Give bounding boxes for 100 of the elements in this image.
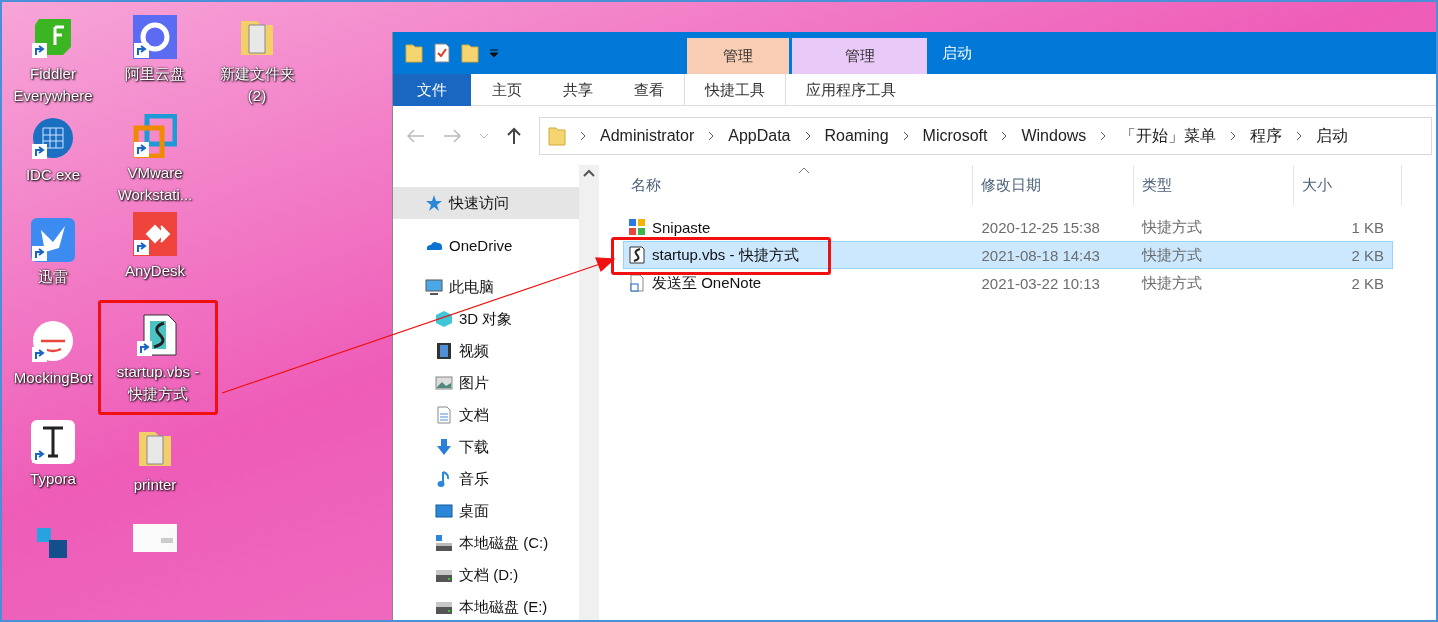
app-icon — [133, 15, 177, 59]
chevron-icon — [708, 131, 715, 141]
nav-label: 本地磁盘 (C:) — [459, 533, 549, 553]
scroll-up-icon[interactable] — [583, 169, 595, 177]
breadcrumb-item[interactable]: Microsoft — [922, 127, 988, 145]
recent-caret-icon[interactable] — [479, 133, 489, 139]
nav-label: 3D 对象 — [459, 309, 513, 329]
up-icon[interactable] — [507, 127, 521, 145]
sort-caret-icon — [797, 167, 810, 174]
breadcrumb-item[interactable]: Windows — [1021, 127, 1087, 145]
type-cell-text: 快捷方式 — [1140, 216, 1204, 237]
cube-icon — [435, 310, 453, 328]
desktop-label: startup.vbs - 快捷方式 — [116, 361, 200, 404]
ribbon-tab[interactable]: 查看 — [613, 74, 684, 106]
breadcrumb-item[interactable]: 程序 — [1250, 125, 1283, 147]
date-cell-text: 2020-12-25 15:38 — [980, 217, 1101, 238]
desktop-label: MockingBot — [12, 368, 94, 388]
nav-label: 音乐 — [459, 469, 489, 489]
column-header[interactable]: 名称 — [623, 165, 973, 205]
dropdown-icon[interactable] — [489, 48, 499, 58]
type-cell-text: 快捷方式 — [1140, 244, 1204, 265]
size-cell-text: 1 KB — [1350, 217, 1385, 238]
nav-label: 视频 — [459, 341, 489, 361]
breadcrumb-item[interactable]: Roaming — [824, 127, 889, 145]
properties-icon[interactable] — [433, 43, 451, 63]
window-title: 启动 — [942, 43, 972, 63]
file-row[interactable]: Snipaste 2020-12-25 15:38 快捷方式 1 KB — [623, 213, 1393, 241]
nav-label: OneDrive — [449, 236, 513, 254]
download-icon — [435, 438, 453, 456]
folder-icon — [461, 43, 479, 63]
nav-label: 文档 (D:) — [459, 565, 519, 585]
ribbon-tab[interactable]: 共享 — [542, 74, 613, 106]
blank-icon — [628, 274, 646, 292]
app-icon — [31, 420, 75, 465]
nav-item[interactable]: 快速访问 — [393, 187, 579, 219]
size-cell-text: 2 KB — [1350, 245, 1385, 266]
nav-label: 本地磁盘 (E:) — [459, 597, 548, 617]
column-header[interactable]: 修改日期 — [973, 165, 1134, 205]
column-header[interactable]: 类型 — [1134, 165, 1294, 205]
nav-label: 桌面 — [459, 501, 489, 521]
desktop-label: IDC.exe — [24, 165, 82, 186]
nav-item[interactable]: 文档 — [393, 399, 579, 431]
app-icon — [31, 116, 75, 161]
ribbon-tab[interactable]: 快捷工具 — [684, 74, 785, 106]
nav-item[interactable]: 图片 — [393, 367, 579, 399]
nav-label: 此电脑 — [449, 277, 494, 297]
nav-item[interactable]: 本地磁盘 (E:) — [393, 591, 579, 620]
desktop-label: VMware Workstati... — [116, 162, 194, 205]
app-icon — [133, 113, 177, 158]
sysdrive-icon — [435, 534, 453, 552]
chevron-icon — [902, 131, 909, 141]
scrollbar[interactable] — [579, 165, 599, 620]
nav-item[interactable]: 音乐 — [393, 463, 579, 495]
context-tab-header[interactable]: 管理 — [687, 38, 789, 74]
file-row[interactable]: startup.vbs - 快捷方式 2021-08-18 14:43 快捷方式 2 KB — [623, 241, 1393, 269]
desktop-label: 阿里云盘 — [124, 64, 186, 84]
app-icon — [136, 312, 180, 357]
nav-item[interactable]: 视频 — [393, 335, 579, 367]
script-icon — [628, 246, 646, 264]
app-icon — [31, 319, 75, 363]
desktop-label: Fiddler Everywhere — [12, 64, 94, 106]
nav-item[interactable]: 桌面 — [393, 495, 579, 527]
address-bar[interactable]: Administrator AppData Roaming Microsoft Windows 「开始」菜单 程序 启动 — [539, 117, 1432, 155]
snipaste-icon — [628, 218, 646, 236]
chevron-icon — [1100, 131, 1107, 141]
doc-icon — [435, 406, 453, 424]
app-icon — [133, 212, 177, 257]
breadcrumb-item[interactable]: Administrator — [600, 127, 695, 145]
type-cell-text: 快捷方式 — [1140, 272, 1204, 293]
forward-icon[interactable] — [443, 129, 461, 143]
nav-item[interactable]: 3D 对象 — [393, 303, 579, 335]
nav-item[interactable]: 此电脑 — [393, 271, 579, 303]
file-name: 发送至 OneNote — [652, 273, 762, 293]
chevron-icon — [804, 131, 811, 141]
desktop-label: 新建文件夹 (2) — [218, 64, 296, 106]
breadcrumb-item[interactable]: 启动 — [1316, 125, 1349, 147]
ribbon-tab[interactable]: 主页 — [471, 74, 542, 106]
folder-icon — [548, 126, 566, 146]
nav-item[interactable]: 下载 — [393, 431, 579, 463]
folder-icon — [405, 43, 423, 63]
desktop-icon — [435, 502, 453, 520]
nav-item[interactable]: 文档 (D:) — [393, 559, 579, 591]
file-row[interactable]: 发送至 OneNote 2021-03-22 10:13 快捷方式 2 KB — [623, 269, 1393, 297]
breadcrumb-item[interactable]: AppData — [728, 127, 791, 145]
file-name: Snipaste — [652, 218, 711, 236]
desktop-label: AnyDesk — [124, 261, 186, 282]
context-tab-header[interactable]: 管理 — [792, 38, 927, 74]
nav-label: 快速访问 — [449, 193, 509, 213]
ribbon-tab[interactable]: 应用程序工具 — [785, 74, 916, 106]
nav-item[interactable]: 本地磁盘 (C:) — [393, 527, 579, 559]
size-cell-text: 2 KB — [1350, 273, 1385, 294]
nav-label: 下载 — [459, 437, 489, 457]
column-header[interactable]: 大小 — [1294, 165, 1402, 205]
breadcrumb-item[interactable]: 「开始」菜单 — [1120, 125, 1217, 147]
chevron-icon — [580, 131, 586, 141]
back-icon[interactable] — [407, 129, 425, 143]
nav-item[interactable]: OneDrive — [393, 229, 579, 261]
pc-icon — [425, 278, 443, 296]
ribbon-tab[interactable]: 文件 — [393, 74, 471, 106]
chevron-icon — [1001, 131, 1008, 141]
